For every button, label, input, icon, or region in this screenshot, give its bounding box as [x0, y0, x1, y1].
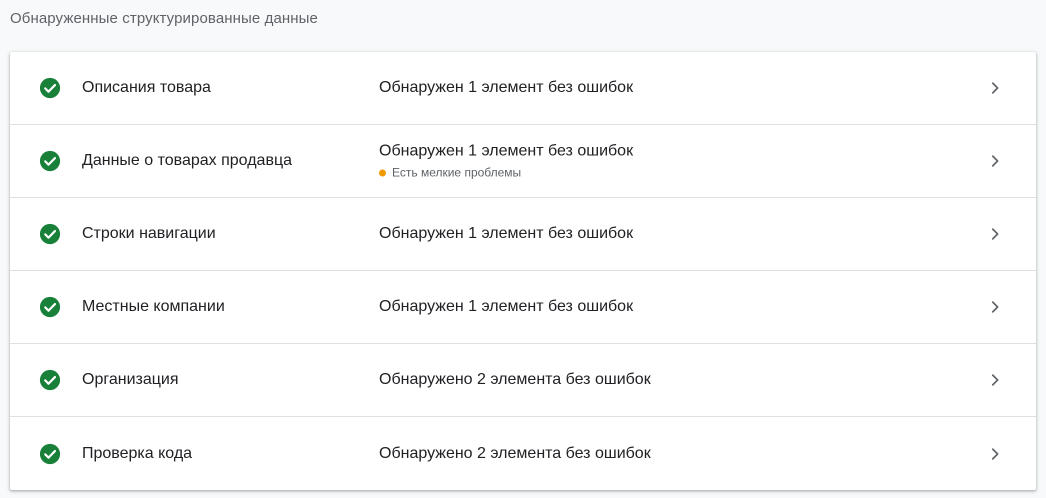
item-status: Обнаружен 1 элемент без ошибок: [379, 298, 633, 316]
item-status: Обнаружен 1 элемент без ошибок Есть мелк…: [379, 143, 633, 180]
list-item-organization[interactable]: Организация Обнаружено 2 элемента без ош…: [10, 344, 1036, 417]
item-status: Обнаружено 2 элемента без ошибок: [379, 371, 651, 389]
list-item-merchant-listings[interactable]: Данные о товарах продавца Обнаружен 1 эл…: [10, 125, 1036, 198]
check-circle-icon: [39, 150, 61, 172]
check-circle-icon: [39, 296, 61, 318]
status-text: Обнаружен 1 элемент без ошибок: [379, 142, 634, 160]
check-circle-icon: [39, 223, 61, 245]
item-name: Строки навигации: [82, 225, 216, 242]
warning-dot-icon: [379, 169, 386, 176]
list-item-code-check[interactable]: Проверка кода Обнаружено 2 элемента без …: [10, 417, 1036, 490]
chevron-right-icon[interactable]: [986, 79, 1004, 97]
item-name: Организация: [82, 371, 179, 388]
item-name: Данные о товарах продавца: [82, 152, 293, 169]
status-text: Обнаружен 1 элемент без ошибок: [379, 79, 634, 96]
item-status: Обнаружен 1 элемент без ошибок: [379, 79, 633, 97]
chevron-right-icon[interactable]: [986, 371, 1004, 389]
minor-issues-note: Есть мелкие проблемы: [379, 166, 633, 180]
list-item-local-businesses[interactable]: Местные компании Обнаружен 1 элемент без…: [10, 271, 1036, 344]
item-name: Местные компании: [82, 298, 225, 315]
status-text: Обнаружен 1 элемент без ошибок: [379, 225, 634, 242]
chevron-right-icon[interactable]: [986, 152, 1004, 170]
check-circle-icon: [39, 369, 61, 391]
structured-data-list: Описания товара Обнаружен 1 элемент без …: [10, 52, 1036, 490]
item-status: Обнаружено 2 элемента без ошибок: [379, 445, 651, 463]
check-circle-icon: [39, 77, 61, 99]
status-text: Обнаружено 2 элемента без ошибок: [379, 444, 651, 462]
list-item-breadcrumbs[interactable]: Строки навигации Обнаружен 1 элемент без…: [10, 198, 1036, 271]
list-item-product-snippets[interactable]: Описания товара Обнаружен 1 элемент без …: [10, 52, 1036, 125]
item-name: Проверка кода: [82, 444, 193, 462]
check-circle-icon: [39, 443, 61, 464]
item-status: Обнаружен 1 элемент без ошибок: [379, 225, 633, 243]
section-title: Обнаруженные структурированные данные: [10, 10, 318, 27]
status-text: Обнаружено 2 элемента без ошибок: [379, 371, 651, 388]
status-text: Обнаружен 1 элемент без ошибок: [379, 298, 634, 315]
chevron-right-icon[interactable]: [986, 225, 1004, 243]
chevron-right-icon[interactable]: [986, 298, 1004, 316]
chevron-right-icon[interactable]: [986, 445, 1004, 463]
item-name: Описания товара: [82, 79, 211, 96]
note-text: Есть мелкие проблемы: [392, 165, 522, 180]
